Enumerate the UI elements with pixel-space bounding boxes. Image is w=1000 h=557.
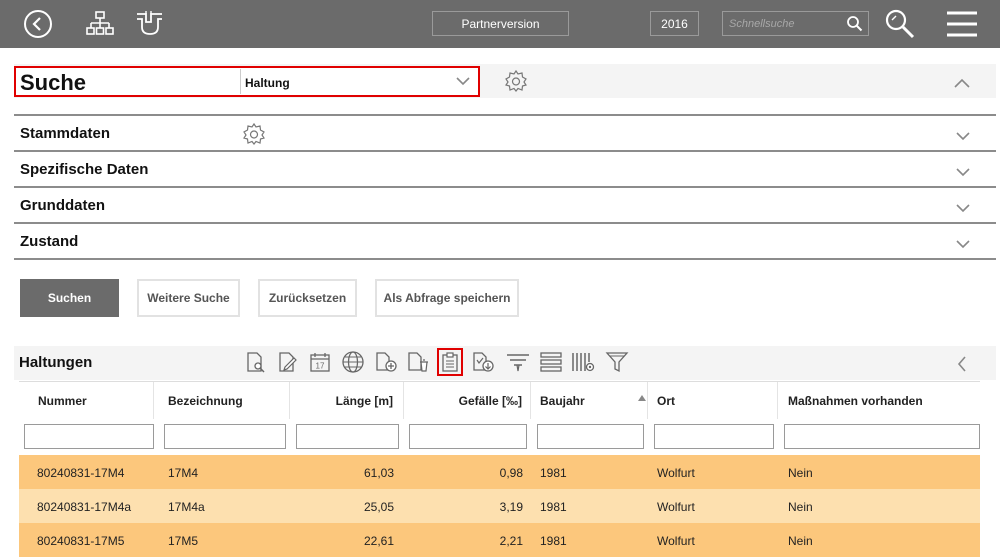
- columns-settings-icon[interactable]: [571, 348, 597, 376]
- table-header: Nummer Bezeichnung Länge [m] Gefälle [‰]…: [19, 381, 980, 420]
- section-stammdaten[interactable]: Stammdaten: [14, 114, 996, 150]
- column-header-gefaelle[interactable]: Gefälle [‰]: [404, 382, 531, 420]
- chevron-up-icon[interactable]: [954, 75, 970, 93]
- cell-ort: Wolfurt: [657, 500, 695, 514]
- document-add-icon[interactable]: [373, 348, 399, 376]
- calendar-icon[interactable]: 17: [307, 348, 333, 376]
- rows-icon[interactable]: [538, 348, 564, 376]
- section-label: Zustand: [20, 233, 79, 250]
- cell-baujahr: 1981: [540, 466, 567, 480]
- filter-baujahr-input[interactable]: [537, 424, 644, 449]
- chevron-down-icon: [456, 75, 470, 89]
- section-spezifische-daten[interactable]: Spezifische Daten: [14, 150, 996, 186]
- cell-bezeichnung: 17M4a: [168, 500, 205, 514]
- filter-gefaelle-input[interactable]: [409, 424, 527, 449]
- cell-bezeichnung: 17M5: [168, 534, 199, 548]
- search-type-select[interactable]: Haltung: [240, 69, 478, 94]
- zoom-search-icon[interactable]: [882, 8, 918, 40]
- cell-ort: Wolfurt: [657, 534, 695, 548]
- search-icon[interactable]: [846, 15, 863, 37]
- search-type-box: Suche Haltung: [14, 66, 480, 97]
- filter-nummer-input[interactable]: [24, 424, 154, 449]
- column-header-laenge[interactable]: Länge [m]: [290, 382, 404, 420]
- search-type-value: Haltung: [245, 76, 290, 90]
- cell-baujahr: 1981: [540, 534, 567, 548]
- cell-nummer: 80240831-17M4: [37, 466, 125, 480]
- gear-icon[interactable]: [504, 69, 528, 98]
- svg-text:17: 17: [316, 362, 325, 371]
- filter-bezeichnung-input[interactable]: [164, 424, 286, 449]
- section-label: Grunddaten: [20, 197, 105, 214]
- cell-nummer: 80240831-17M4a: [37, 500, 132, 514]
- filter-ort-input[interactable]: [654, 424, 774, 449]
- clipboard-icon[interactable]: [437, 348, 463, 376]
- section-grunddaten[interactable]: Grunddaten: [14, 186, 996, 222]
- search-header: Suche Haltung: [14, 64, 996, 98]
- more-search-button[interactable]: Weitere Suche: [137, 279, 240, 317]
- cell-massnahmen: Nein: [788, 500, 813, 514]
- globe-icon[interactable]: [340, 348, 366, 376]
- cell-massnahmen: Nein: [788, 534, 813, 548]
- cell-bezeichnung: 17M4: [168, 466, 199, 480]
- cell-nummer: 80240831-17M5: [37, 534, 125, 548]
- quick-search: [722, 11, 869, 36]
- document-export-icon[interactable]: [470, 348, 496, 376]
- chevron-down-icon[interactable]: [956, 236, 970, 250]
- pipe-icon[interactable]: [134, 8, 166, 40]
- cell-massnahmen: Nein: [788, 466, 813, 480]
- cell-laenge: 22,61: [363, 534, 394, 548]
- section-label: Spezifische Daten: [20, 161, 149, 178]
- cell-gefaelle: 3,19: [499, 500, 523, 514]
- partner-version-button[interactable]: Partnerversion: [432, 11, 569, 36]
- table-row[interactable]: 80240831-17M5 17M5 22,61 2,21 1981 Wolfu…: [19, 523, 980, 557]
- highlighter-icon[interactable]: [505, 348, 531, 376]
- top-bar: Partnerversion 2016: [0, 0, 1000, 48]
- sort-ascending-icon[interactable]: [638, 388, 646, 406]
- gear-icon[interactable]: [242, 122, 266, 151]
- table-row[interactable]: 80240831-17M4a 17M4a 25,05 3,19 1981 Wol…: [19, 489, 980, 523]
- chevron-down-icon[interactable]: [956, 200, 970, 214]
- filter-row: [19, 419, 980, 455]
- column-header-nummer[interactable]: Nummer: [19, 382, 154, 420]
- document-search-icon[interactable]: [243, 348, 269, 376]
- cell-gefaelle: 2,21: [499, 534, 523, 548]
- page-title: Suche: [20, 70, 87, 95]
- column-header-massnahmen[interactable]: Maßnahmen vorhanden: [778, 382, 980, 420]
- table-row[interactable]: 80240831-17M4 17M4 61,03 0,98 1981 Wolfu…: [19, 455, 980, 489]
- cell-gefaelle: 0,98: [499, 466, 523, 480]
- document-delete-icon[interactable]: [405, 348, 431, 376]
- chevron-left-icon[interactable]: [956, 356, 968, 377]
- list-title: Haltungen: [19, 354, 93, 371]
- section-label: Stammdaten: [20, 125, 111, 142]
- column-header-baujahr[interactable]: Baujahr: [531, 382, 648, 420]
- section-zustand[interactable]: Zustand: [14, 222, 996, 260]
- back-icon[interactable]: [22, 8, 54, 40]
- cell-baujahr: 1981: [540, 500, 567, 514]
- column-header-bezeichnung[interactable]: Bezeichnung: [154, 382, 290, 420]
- column-header-ort[interactable]: Ort: [648, 382, 778, 420]
- filter-icon[interactable]: [604, 348, 630, 376]
- quick-search-input[interactable]: [729, 15, 839, 33]
- cell-laenge: 25,05: [363, 500, 394, 514]
- chevron-down-icon[interactable]: [956, 128, 970, 142]
- filter-massnahmen-input[interactable]: [784, 424, 980, 449]
- reset-button[interactable]: Zurücksetzen: [258, 279, 357, 317]
- menu-icon[interactable]: [944, 8, 980, 40]
- search-button[interactable]: Suchen: [20, 279, 119, 317]
- filter-laenge-input[interactable]: [296, 424, 399, 449]
- cell-ort: Wolfurt: [657, 466, 695, 480]
- cell-laenge: 61,03: [363, 466, 394, 480]
- year-selector[interactable]: 2016: [650, 11, 699, 36]
- network-icon[interactable]: [84, 8, 116, 40]
- save-query-button[interactable]: Als Abfrage speichern: [375, 279, 519, 317]
- document-edit-icon[interactable]: [275, 348, 301, 376]
- chevron-down-icon[interactable]: [956, 164, 970, 178]
